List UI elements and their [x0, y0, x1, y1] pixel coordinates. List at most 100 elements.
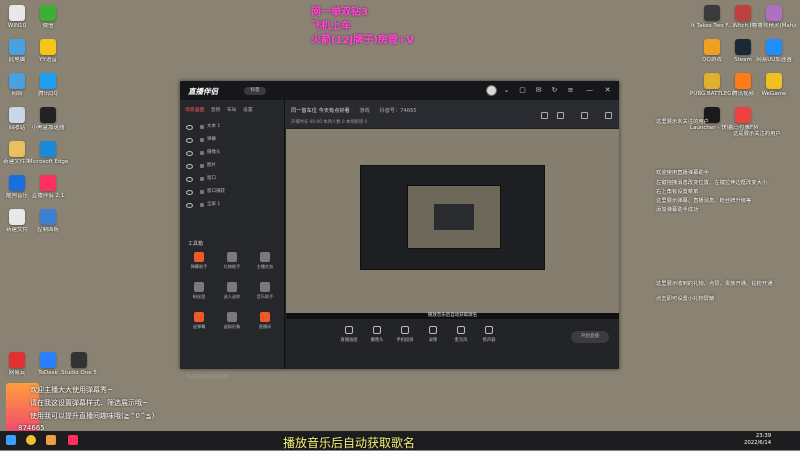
viewer-count-hint[interactable]: 点击直播间在线观众数	[186, 374, 229, 380]
mail-icon[interactable]: ✉	[534, 86, 543, 95]
layer-item[interactable]: 窗口	[186, 174, 278, 184]
tool-icon	[260, 252, 270, 262]
system-clock[interactable]: 23:39 2022/6/14	[744, 433, 771, 447]
eye-icon[interactable]	[186, 164, 193, 169]
tool-item[interactable]: 虚拟形象	[219, 312, 245, 330]
eye-icon[interactable]	[186, 190, 193, 195]
desktop-icon-left-5[interactable]: 腾讯QQ	[26, 73, 70, 98]
desktop-icon-bottom-1-icon	[40, 352, 56, 368]
control-button[interactable]: 录像	[422, 326, 444, 343]
chat-line-1: 欢迎主播大大使用弹幕秀~	[30, 386, 113, 394]
folder-icon[interactable]	[46, 435, 56, 445]
tool-icon	[227, 282, 237, 292]
layer-item[interactable]: 文本 1	[186, 122, 278, 132]
grid-icon[interactable]	[581, 112, 588, 119]
eye-icon[interactable]	[186, 203, 193, 208]
desktop-icon-left-13[interactable]: 控制面板	[26, 209, 70, 234]
desktop-icon-left-3[interactable]: YY语音	[26, 39, 70, 64]
platform-badge[interactable]: 抖音	[244, 87, 266, 95]
tool-label: 音乐助手	[256, 294, 274, 299]
desktop-icon-left-4-icon	[9, 73, 25, 89]
desktop-icon-left-7[interactable]: 小黑盒加速器	[26, 107, 70, 132]
stream-preview[interactable]	[286, 129, 619, 313]
desktop-icon-left-0-icon	[9, 5, 25, 21]
desktop-icon-left-7-icon	[40, 107, 56, 123]
layer-item[interactable]: 摄像头	[186, 148, 278, 158]
room-title[interactable]: 同一首车位 今天有点好看 游戏 抖音号：74665	[291, 107, 417, 114]
control-button[interactable]: 直播画面	[338, 326, 360, 343]
tool-item[interactable]: 粉丝团	[186, 282, 212, 300]
close-icon[interactable]: ✕	[603, 86, 612, 95]
lyrics-subtitle: 播放音乐后自动获取歌名	[283, 436, 416, 450]
desktop-icon-right-8-icon	[766, 73, 782, 89]
menu-icon[interactable]: ≡	[566, 86, 575, 95]
desktop-icon-right-7-icon	[735, 73, 751, 89]
desktop-icon-label: YY语音	[39, 57, 57, 63]
layout-icon[interactable]	[557, 112, 564, 119]
tool-item[interactable]: 礼物助手	[219, 252, 245, 270]
avatar[interactable]	[486, 85, 497, 96]
tab-settings[interactable]: 设置	[243, 108, 253, 113]
eye-icon[interactable]	[186, 125, 193, 130]
control-icon	[485, 326, 493, 334]
room-tag[interactable]: 游戏	[359, 108, 369, 114]
tab-scenes[interactable]: 场景画面	[185, 108, 204, 113]
tool-item[interactable]: 弹幕助手	[186, 252, 212, 270]
tab-layout[interactable]: 布局	[227, 108, 237, 113]
desktop-icon-left-8-icon	[9, 141, 25, 157]
settings-icon[interactable]	[605, 112, 612, 119]
control-button[interactable]: 扬声器	[478, 326, 500, 343]
layer-item[interactable]: 弹幕	[186, 135, 278, 145]
nested-preview-inner	[407, 185, 501, 249]
desktop-icon-label: 鲁鲁师精灵(Mahjong...	[752, 23, 796, 29]
desktop-icon-left-11[interactable]: 直播伴侣 2.1	[26, 175, 70, 200]
start-live-button[interactable]: 开始直播	[571, 331, 609, 343]
toolbox-title: 工具箱	[188, 241, 204, 247]
refresh-icon[interactable]: ↻	[550, 86, 559, 95]
layer-name: 图片	[207, 163, 216, 168]
desktop-icon-label: 腾讯QQ	[38, 91, 58, 97]
live-companion-taskbar-icon[interactable]	[68, 435, 78, 445]
taskbar-app-icon[interactable]	[26, 435, 36, 445]
layer-item[interactable]: 全屏 1	[186, 200, 278, 210]
layer-name: 弹幕	[207, 137, 216, 142]
tool-label: 礼物助手	[223, 264, 241, 269]
desktop-icon-left-9[interactable]: Microsoft Edge	[26, 141, 70, 166]
tool-icon	[194, 282, 204, 292]
eye-icon[interactable]	[186, 177, 193, 182]
tool-item[interactable]: 音乐助手	[252, 282, 278, 300]
shirt-icon[interactable]: ▢	[518, 86, 527, 95]
control-label: 扬声器	[482, 338, 496, 343]
desktop-icon-left-2-icon	[9, 39, 25, 55]
tool-item[interactable]: 直播间	[252, 312, 278, 330]
desktop-icon-bottom-2[interactable]: Studio One 5	[57, 352, 101, 377]
layer-item[interactable]: 图片	[186, 161, 278, 171]
chat-line-3: 使用我可以提升直播间趣味哦(≧^0^≦)	[30, 412, 155, 420]
minimize-icon[interactable]: —	[585, 86, 594, 95]
desktop-icon-right-2[interactable]: 鲁鲁师精灵(Mahjong...	[752, 5, 796, 30]
eye-icon[interactable]	[186, 151, 193, 156]
tool-item[interactable]: 送弹幕	[186, 312, 212, 330]
control-icon	[457, 326, 465, 334]
tool-item[interactable]: 主播任务	[252, 252, 278, 270]
control-button[interactable]: 麦克风	[450, 326, 472, 343]
desktop-icon-right-10[interactable]: 喜马拉雅FM	[721, 107, 765, 132]
info-welcome: 欢迎使用直播弹幕助手	[656, 170, 709, 176]
left-panel: 场景画面 音频 布局 设置 文本 1 弹幕 摄像头 图片 窗口 窗口捕获 全屏 1 工具箱 …	[180, 100, 285, 380]
tab-audio[interactable]: 音频	[211, 108, 221, 113]
desktop-icon-right-8[interactable]: WeGame	[752, 73, 796, 98]
tool-label: 虚拟形象	[223, 324, 241, 329]
tool-item[interactable]: 送人送你	[219, 282, 245, 300]
eye-icon[interactable]	[186, 138, 193, 143]
overlay-line-1: 网一单双钻3	[311, 7, 368, 18]
chevron-down-icon[interactable]: ⌄	[502, 86, 511, 95]
windows-start-icon[interactable]	[6, 435, 16, 445]
control-button[interactable]: 摄像头	[366, 326, 388, 343]
scene-icon[interactable]	[541, 112, 548, 119]
control-button[interactable]: 手机投屏	[394, 326, 416, 343]
desktop-icon-left-1[interactable]: 微信	[26, 5, 70, 30]
info-followed: 这是展示关注的用户	[733, 131, 781, 137]
desktop-icon-right-5[interactable]: 网易UU加速器	[752, 39, 796, 64]
layer-type-icon	[200, 138, 204, 142]
layer-item[interactable]: 窗口捕获	[186, 187, 278, 197]
